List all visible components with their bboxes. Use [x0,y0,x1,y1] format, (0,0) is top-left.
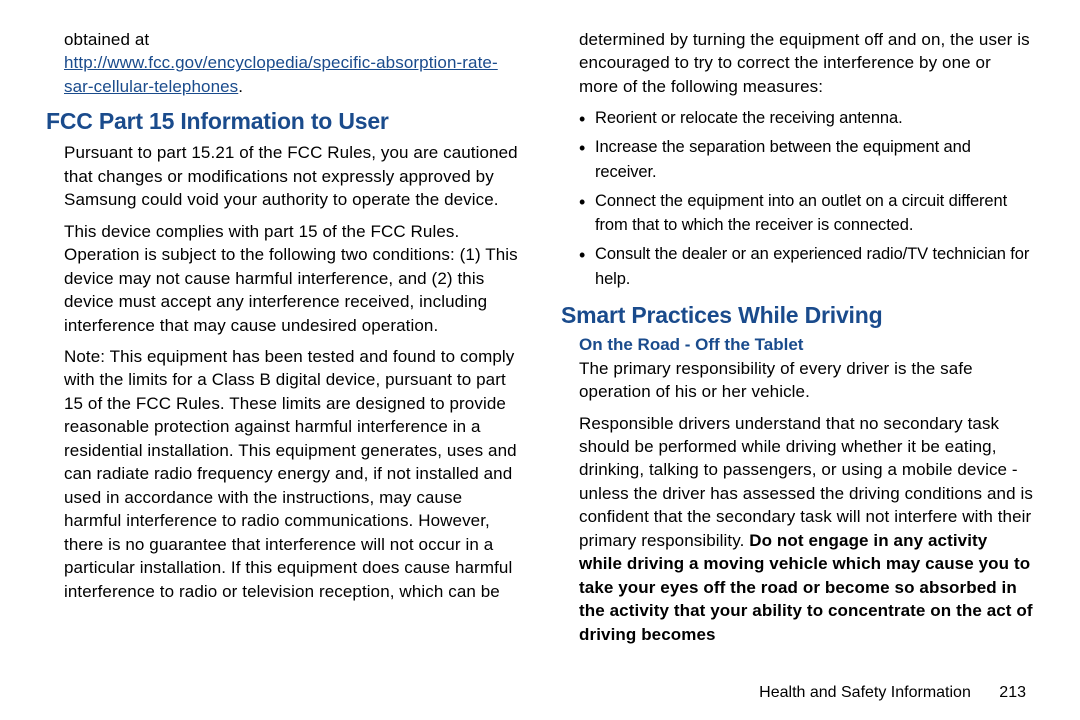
heading-fcc-part15: FCC Part 15 Information to User [46,108,519,135]
page-footer: Health and Safety Information 213 [46,674,1034,702]
fcc-p3: Note: This equipment has been tested and… [64,345,519,603]
fcc-sar-link[interactable]: http://www.fcc.gov/encyclopedia/specific… [64,53,498,95]
right-column: determined by turning the equipment off … [561,28,1034,674]
list-item: Reorient or relocate the receiving anten… [579,106,1034,131]
page-number: 213 [999,684,1026,702]
list-item: Consult the dealer or an experienced rad… [579,242,1034,292]
obtained-prefix: obtained at [64,30,149,49]
driving-p2: Responsible drivers understand that no s… [579,412,1034,647]
fcc-continued: determined by turning the equipment off … [579,28,1034,98]
fcc-p1: Pursuant to part 15.21 of the FCC Rules,… [64,141,519,211]
left-column: obtained at http://www.fcc.gov/encyclope… [46,28,519,674]
driving-p2-start: Responsible drivers understand that no s… [579,414,1033,550]
subheading-on-road: On the Road - Off the Tablet [579,335,1034,355]
list-item: Connect the equipment into an outlet on … [579,189,1034,239]
fcc-p2: This device complies with part 15 of the… [64,220,519,337]
document-page: obtained at http://www.fcc.gov/encyclope… [0,0,1080,720]
heading-smart-practices: Smart Practices While Driving [561,302,1034,329]
list-item: Increase the separation between the equi… [579,135,1034,185]
driving-p1: The primary responsibility of every driv… [579,357,1034,404]
link-suffix: . [238,77,243,96]
two-column-layout: obtained at http://www.fcc.gov/encyclope… [46,28,1034,674]
obtained-line: obtained at http://www.fcc.gov/encyclope… [64,28,519,98]
footer-section: Health and Safety Information [759,684,971,701]
measures-list: Reorient or relocate the receiving anten… [579,106,1034,291]
